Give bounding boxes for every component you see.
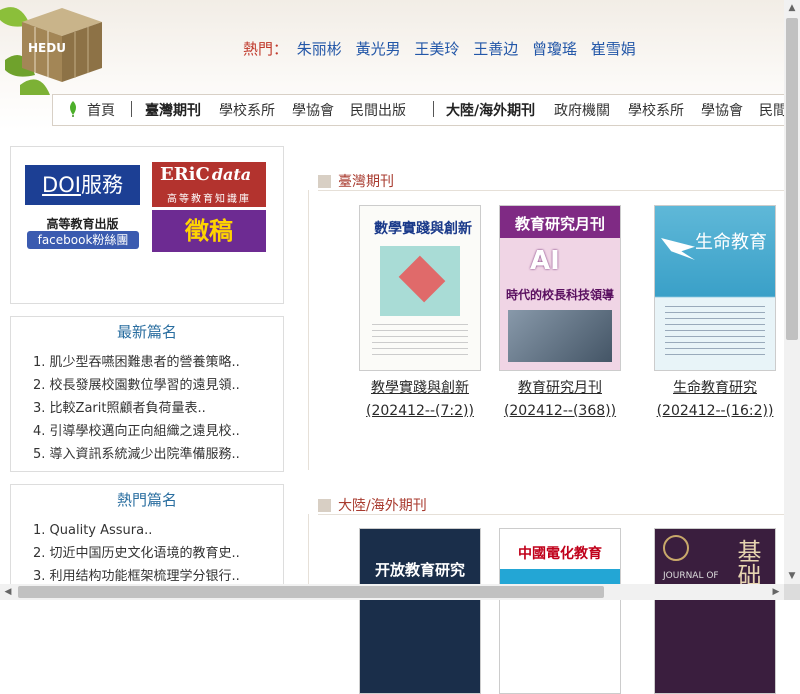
journal-card: 生命教育 生命教育研究 (202412--(16:2))	[640, 205, 790, 419]
latest-articles-title: 最新篇名	[116, 323, 177, 341]
nav-separator	[433, 101, 434, 117]
list-item[interactable]: 5. 導入資訊系統減少出院準備服務..	[33, 443, 273, 466]
journal-name-link[interactable]: 教育研究月刊	[485, 377, 635, 397]
list-item[interactable]: 1. Quality Assura..	[33, 519, 273, 542]
list-item[interactable]: 3. 比較Zarit照顧者負荷量表..	[33, 397, 273, 420]
hot-author-link[interactable]: 王美玲	[414, 40, 459, 58]
journal-issue-link[interactable]: (202412--(16:2))	[640, 403, 790, 419]
doi-service-button[interactable]: DOI服務	[25, 165, 140, 205]
cover-title: 教育研究月刊	[500, 206, 620, 238]
list-item[interactable]: 2. 校長發展校園數位學習的遠見領..	[33, 374, 273, 397]
scrollbar-corner	[784, 584, 800, 600]
hot-label: 熱門：	[243, 40, 289, 58]
facebook-fanpage-button[interactable]: facebook粉絲團	[27, 231, 139, 249]
emblem-icon	[663, 535, 689, 561]
latest-articles-panel: 最新篇名 1. 肌少型吞嚥困難患者的營養策略.. 2. 校長發展校園數位學習的遠…	[10, 316, 284, 472]
journal-cover[interactable]: 生命教育	[654, 205, 776, 371]
journal-cover[interactable]: JOURNAL OF 基础	[654, 528, 776, 694]
scroll-left-icon[interactable]: ◀	[0, 584, 16, 600]
call-for-papers-button[interactable]: 徵稿	[152, 210, 266, 252]
vertical-scrollbar[interactable]: ▲ ▼	[784, 0, 800, 584]
journal-cover[interactable]: 中國電化教育	[499, 528, 621, 694]
journal-issue-link[interactable]: (202412--(368))	[485, 403, 635, 419]
nav-taiwan-journals[interactable]: 臺灣期刊	[145, 100, 201, 120]
nav-tw-associations[interactable]: 學協會	[292, 100, 334, 120]
journal-card: 中國電化教育	[485, 528, 635, 694]
horizontal-scroll-thumb[interactable]	[18, 586, 604, 598]
hot-author-link[interactable]: 朱丽彬	[297, 40, 342, 58]
cover-text-lines	[665, 306, 765, 356]
taiwan-journals-header: 臺灣期刊	[318, 168, 788, 191]
list-item[interactable]: 1. 肌少型吞嚥困難患者的營養策略..	[33, 351, 273, 374]
nav-home[interactable]: 首頁	[87, 100, 115, 120]
journal-card: 數學實踐與創新 教學實踐與創新 (202412--(7:2))	[345, 205, 495, 419]
journal-card: 教育研究月刊 AI 時代的校長科技領導 教育研究月刊 (202412--(368…	[485, 205, 635, 419]
cover-title: 生命教育	[695, 232, 767, 253]
svg-text:HEDU: HEDU	[28, 41, 66, 55]
nav-separator	[131, 101, 132, 117]
nav-government[interactable]: 政府機關	[554, 100, 610, 120]
journal-name-link[interactable]: 生命教育研究	[640, 377, 790, 397]
bird-graphic	[661, 238, 695, 260]
services-panel: DOI服務 ERiC data 高等教育知識庫 高等教育出版 facebook粉絲…	[10, 146, 284, 304]
site-header: HEDU 熱門： 朱丽彬 黃光男 王美玲 王善边 曾瓊瑤 崔雪娟 首頁 臺灣期刊…	[0, 0, 793, 130]
eric-subtitle: 高等教育知識庫	[167, 194, 251, 205]
cover-text-lines	[372, 324, 468, 358]
nav-overseas-schools[interactable]: 學校系所	[628, 100, 684, 120]
vertical-scroll-thumb[interactable]	[786, 18, 798, 340]
scroll-up-icon[interactable]: ▲	[784, 0, 800, 16]
nav-overseas-journals[interactable]: 大陸/海外期刊	[446, 100, 535, 120]
hep-label: 高等教育出版	[46, 217, 119, 231]
cover-title: 中國電化教育	[518, 546, 602, 562]
cover-title: JOURNAL OF	[663, 571, 719, 581]
eric-logo: ERiC data	[160, 164, 252, 185]
nav-overseas-private[interactable]: 民間	[759, 100, 787, 120]
latest-articles-list: 1. 肌少型吞嚥困難患者的營養策略.. 2. 校長發展校園數位學習的遠見領.. …	[11, 347, 283, 466]
cover-ai-text: AI	[530, 246, 560, 276]
hot-articles-list: 1. Quality Assura.. 2. 切近中国历史文化语境的教育史.. …	[11, 515, 283, 588]
journal-card: JOURNAL OF 基础	[640, 528, 790, 694]
hot-author-link[interactable]: 王善边	[473, 40, 518, 58]
hot-author-link[interactable]: 黃光男	[356, 40, 401, 58]
hot-articles-title: 熱門篇名	[116, 491, 177, 509]
cover-photo	[508, 310, 612, 362]
nav-tw-schools[interactable]: 學校系所	[219, 100, 275, 120]
scroll-right-icon[interactable]: ▶	[768, 584, 784, 600]
hot-author-link[interactable]: 崔雪娟	[591, 40, 636, 58]
eric-data-button[interactable]: ERiC data 高等教育知識庫	[152, 162, 266, 207]
leaf-icon	[70, 101, 76, 117]
main-nav: 首頁 臺灣期刊 學校系所 學協會 民間出版 大陸/海外期刊 政府機關 學校系所 …	[52, 94, 793, 126]
section-divider	[308, 190, 309, 470]
square-icon	[318, 175, 331, 188]
hot-author-link[interactable]: 曾瓊瑤	[532, 40, 577, 58]
overseas-journals-title: 大陸/海外期刊	[338, 498, 427, 514]
cover-title: 數學實踐與創新	[374, 221, 472, 237]
doi-suffix: 服務	[80, 173, 123, 197]
journal-cover[interactable]: 教育研究月刊 AI 時代的校長科技領導	[499, 205, 621, 371]
list-item[interactable]: 4. 引導學校邁向正向組織之遠見校..	[33, 420, 273, 443]
nav-overseas-associations[interactable]: 學協會	[701, 100, 743, 120]
hot-articles-panel: 熱門篇名 1. Quality Assura.. 2. 切近中国历史文化语境的教…	[10, 484, 284, 596]
journal-cover[interactable]: 數學實踐與創新	[359, 205, 481, 371]
cover-subtitle: 時代的校長科技領導	[505, 288, 614, 302]
square-icon	[318, 499, 331, 512]
journal-issue-link[interactable]: (202412--(7:2))	[345, 403, 495, 419]
list-item[interactable]: 2. 切近中国历史文化语境的教育史..	[33, 542, 273, 565]
cover-title: 开放教育研究	[374, 561, 465, 579]
cover-big-title: 基础	[733, 539, 761, 587]
scroll-down-icon[interactable]: ▼	[784, 568, 800, 584]
overseas-journals-header: 大陸/海外期刊	[318, 492, 788, 515]
site-logo[interactable]: HEDU	[0, 0, 110, 95]
horizontal-scrollbar[interactable]: ◀ ▶	[0, 584, 784, 600]
section-divider	[308, 514, 309, 584]
journal-cover[interactable]: 开放教育研究	[359, 528, 481, 694]
taiwan-journals-title: 臺灣期刊	[338, 174, 394, 190]
journal-name-link[interactable]: 教學實踐與創新	[345, 377, 495, 397]
journal-card: 开放教育研究	[345, 528, 495, 694]
hot-authors: 熱門： 朱丽彬 黃光男 王美玲 王善边 曾瓊瑤 崔雪娟	[243, 38, 645, 59]
nav-tw-private-publishers[interactable]: 民間出版	[350, 100, 406, 120]
doi-label: DOI	[42, 173, 81, 197]
